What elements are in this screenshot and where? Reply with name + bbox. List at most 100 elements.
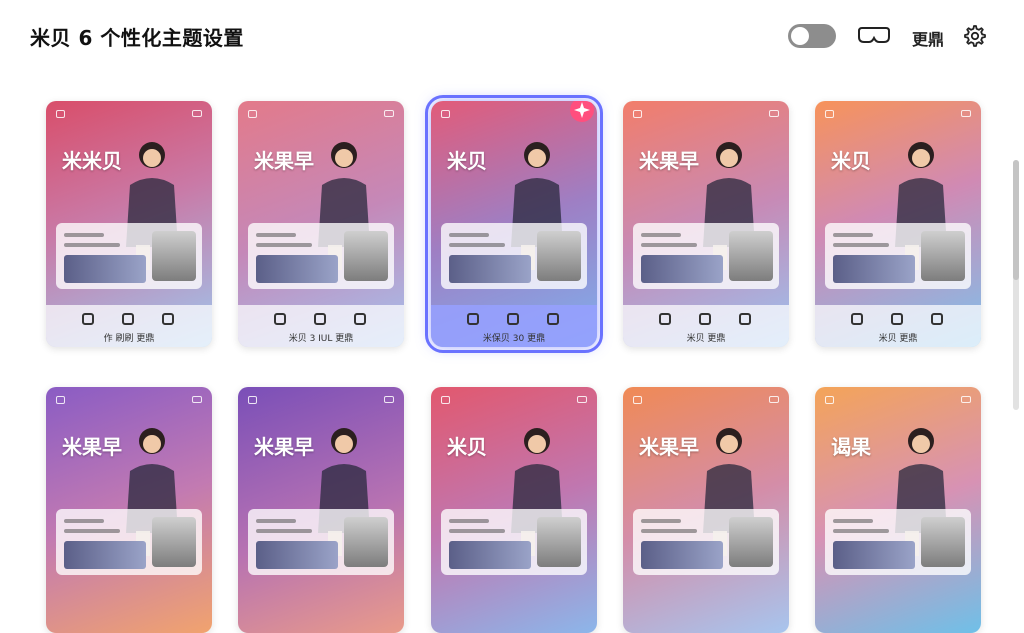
- theme-brand-text: 谒果: [831, 435, 871, 459]
- scrollbar-thumb[interactable]: [1013, 160, 1019, 280]
- theme-brand-text: 米贝: [447, 149, 487, 173]
- theme-brand-text: 米米贝: [62, 149, 122, 173]
- theme-card[interactable]: 米果早米贝 更鼎: [623, 101, 789, 347]
- preview-app-icon: [633, 396, 642, 404]
- battery-icon: [577, 396, 587, 403]
- theme-card[interactable]: 米贝 米贝 更鼎: [815, 101, 981, 347]
- widget-photo: [256, 541, 338, 569]
- scrollbar[interactable]: [1013, 160, 1019, 410]
- widget-text-line: [449, 519, 489, 523]
- preview-widget-panel: [825, 223, 971, 289]
- preview-widget-panel: [56, 223, 202, 289]
- battery-icon: [384, 110, 394, 117]
- battery-icon: [961, 396, 971, 403]
- preview-app-icon: [633, 110, 642, 118]
- dock-label: 米贝 3 IUL 更鼎: [288, 334, 354, 344]
- dock-arrow-icon: [162, 313, 174, 325]
- preview-dock: 米贝 3 IUL 更鼎: [238, 305, 404, 347]
- preview-status-bar: [631, 393, 781, 407]
- widget-text-line: [833, 233, 873, 237]
- theme-brand-text: 米果早: [62, 435, 122, 459]
- battery-icon: [192, 396, 202, 403]
- battery-icon: [961, 110, 971, 117]
- dock-arrow-icon: [547, 313, 559, 325]
- widget-text-line: [256, 243, 312, 247]
- battery-icon: [769, 110, 779, 117]
- theme-card[interactable]: 米贝米保贝 30 更鼎: [425, 95, 603, 353]
- widget-photo: [641, 541, 723, 569]
- preview-status-bar: [54, 107, 204, 121]
- preview-app-icon: [441, 396, 450, 404]
- dock-app-icon: [314, 313, 326, 325]
- widget-thumbnail: [729, 231, 773, 281]
- widget-text-line: [64, 233, 104, 237]
- widget-photo: [449, 255, 531, 283]
- widget-text-line: [833, 529, 889, 533]
- theme-brand-text: 米果早: [254, 149, 314, 173]
- preview-app-icon: [248, 396, 257, 404]
- theme-card[interactable]: 米果早米贝 3 IUL 更鼎: [238, 101, 404, 347]
- preview-dock: 作 刷刷 更鼎: [46, 305, 212, 347]
- preview-widget-panel: [441, 509, 587, 575]
- preview-dock: 米贝 更鼎: [815, 305, 981, 347]
- theme-card[interactable]: 米果早: [238, 387, 404, 633]
- preview-status-bar: [246, 107, 396, 121]
- preview-app-icon: [825, 396, 834, 404]
- dock-home-icon: [467, 313, 479, 325]
- dock-label: 米贝 更鼎: [686, 334, 726, 344]
- preview-widget-panel: [633, 223, 779, 289]
- widget-thumbnail: [537, 231, 581, 281]
- theme-grid: 米米贝作 刷刷 更鼎 米果早 米贝 3 IUL 更鼎 米贝 米保贝 30 更鼎 米果早 米贝…: [0, 0, 1024, 633]
- preview-app-icon: [441, 110, 450, 118]
- widget-thumbnail: [921, 231, 965, 281]
- theme-brand-text: 米果早: [639, 149, 699, 173]
- widget-thumbnail: [344, 517, 388, 567]
- preview-status-bar: [439, 393, 589, 407]
- widget-text-line: [641, 529, 697, 533]
- dock-home-icon: [274, 313, 286, 325]
- theme-card[interactable]: 谒果: [815, 387, 981, 633]
- widget-text-line: [449, 233, 489, 237]
- preview-status-bar: [439, 107, 589, 121]
- widget-thumbnail: [537, 517, 581, 567]
- widget-text-line: [449, 529, 505, 533]
- preview-app-icon: [825, 110, 834, 118]
- theme-card[interactable]: 米贝: [431, 387, 597, 633]
- preview-app-icon: [56, 110, 65, 118]
- preview-status-bar: [631, 107, 781, 121]
- widget-thumbnail: [344, 231, 388, 281]
- preview-status-bar: [823, 107, 973, 121]
- widget-text-line: [641, 243, 697, 247]
- preview-dock: 米保贝 30 更鼎: [431, 305, 597, 347]
- dock-home-icon: [659, 313, 671, 325]
- widget-text-line: [64, 529, 120, 533]
- dock-label: 米贝 更鼎: [878, 334, 918, 344]
- dock-label: 作 刷刷 更鼎: [103, 334, 155, 344]
- theme-brand-text: 米果早: [254, 435, 314, 459]
- theme-card[interactable]: 米果早: [623, 387, 789, 633]
- widget-text-line: [64, 519, 104, 523]
- preview-widget-panel: [441, 223, 587, 289]
- dock-app-icon: [122, 313, 134, 325]
- sparkle-badge-icon: [570, 101, 594, 122]
- widget-text-line: [449, 243, 505, 247]
- dock-app-icon: [507, 313, 519, 325]
- preview-widget-panel: [825, 509, 971, 575]
- theme-card[interactable]: 米果早: [46, 387, 212, 633]
- preview-app-icon: [56, 396, 65, 404]
- widget-photo: [256, 255, 338, 283]
- widget-text-line: [833, 243, 889, 247]
- widget-thumbnail: [921, 517, 965, 567]
- theme-card[interactable]: 米米贝作 刷刷 更鼎: [46, 101, 212, 347]
- preview-dock: 米贝 更鼎: [623, 305, 789, 347]
- widget-photo: [641, 255, 723, 283]
- preview-widget-panel: [56, 509, 202, 575]
- preview-app-icon: [248, 110, 257, 118]
- widget-text-line: [641, 233, 681, 237]
- widget-text-line: [256, 529, 312, 533]
- widget-photo: [64, 541, 146, 569]
- widget-text-line: [833, 519, 873, 523]
- dock-arrow-icon: [739, 313, 751, 325]
- widget-photo: [833, 541, 915, 569]
- widget-photo: [833, 255, 915, 283]
